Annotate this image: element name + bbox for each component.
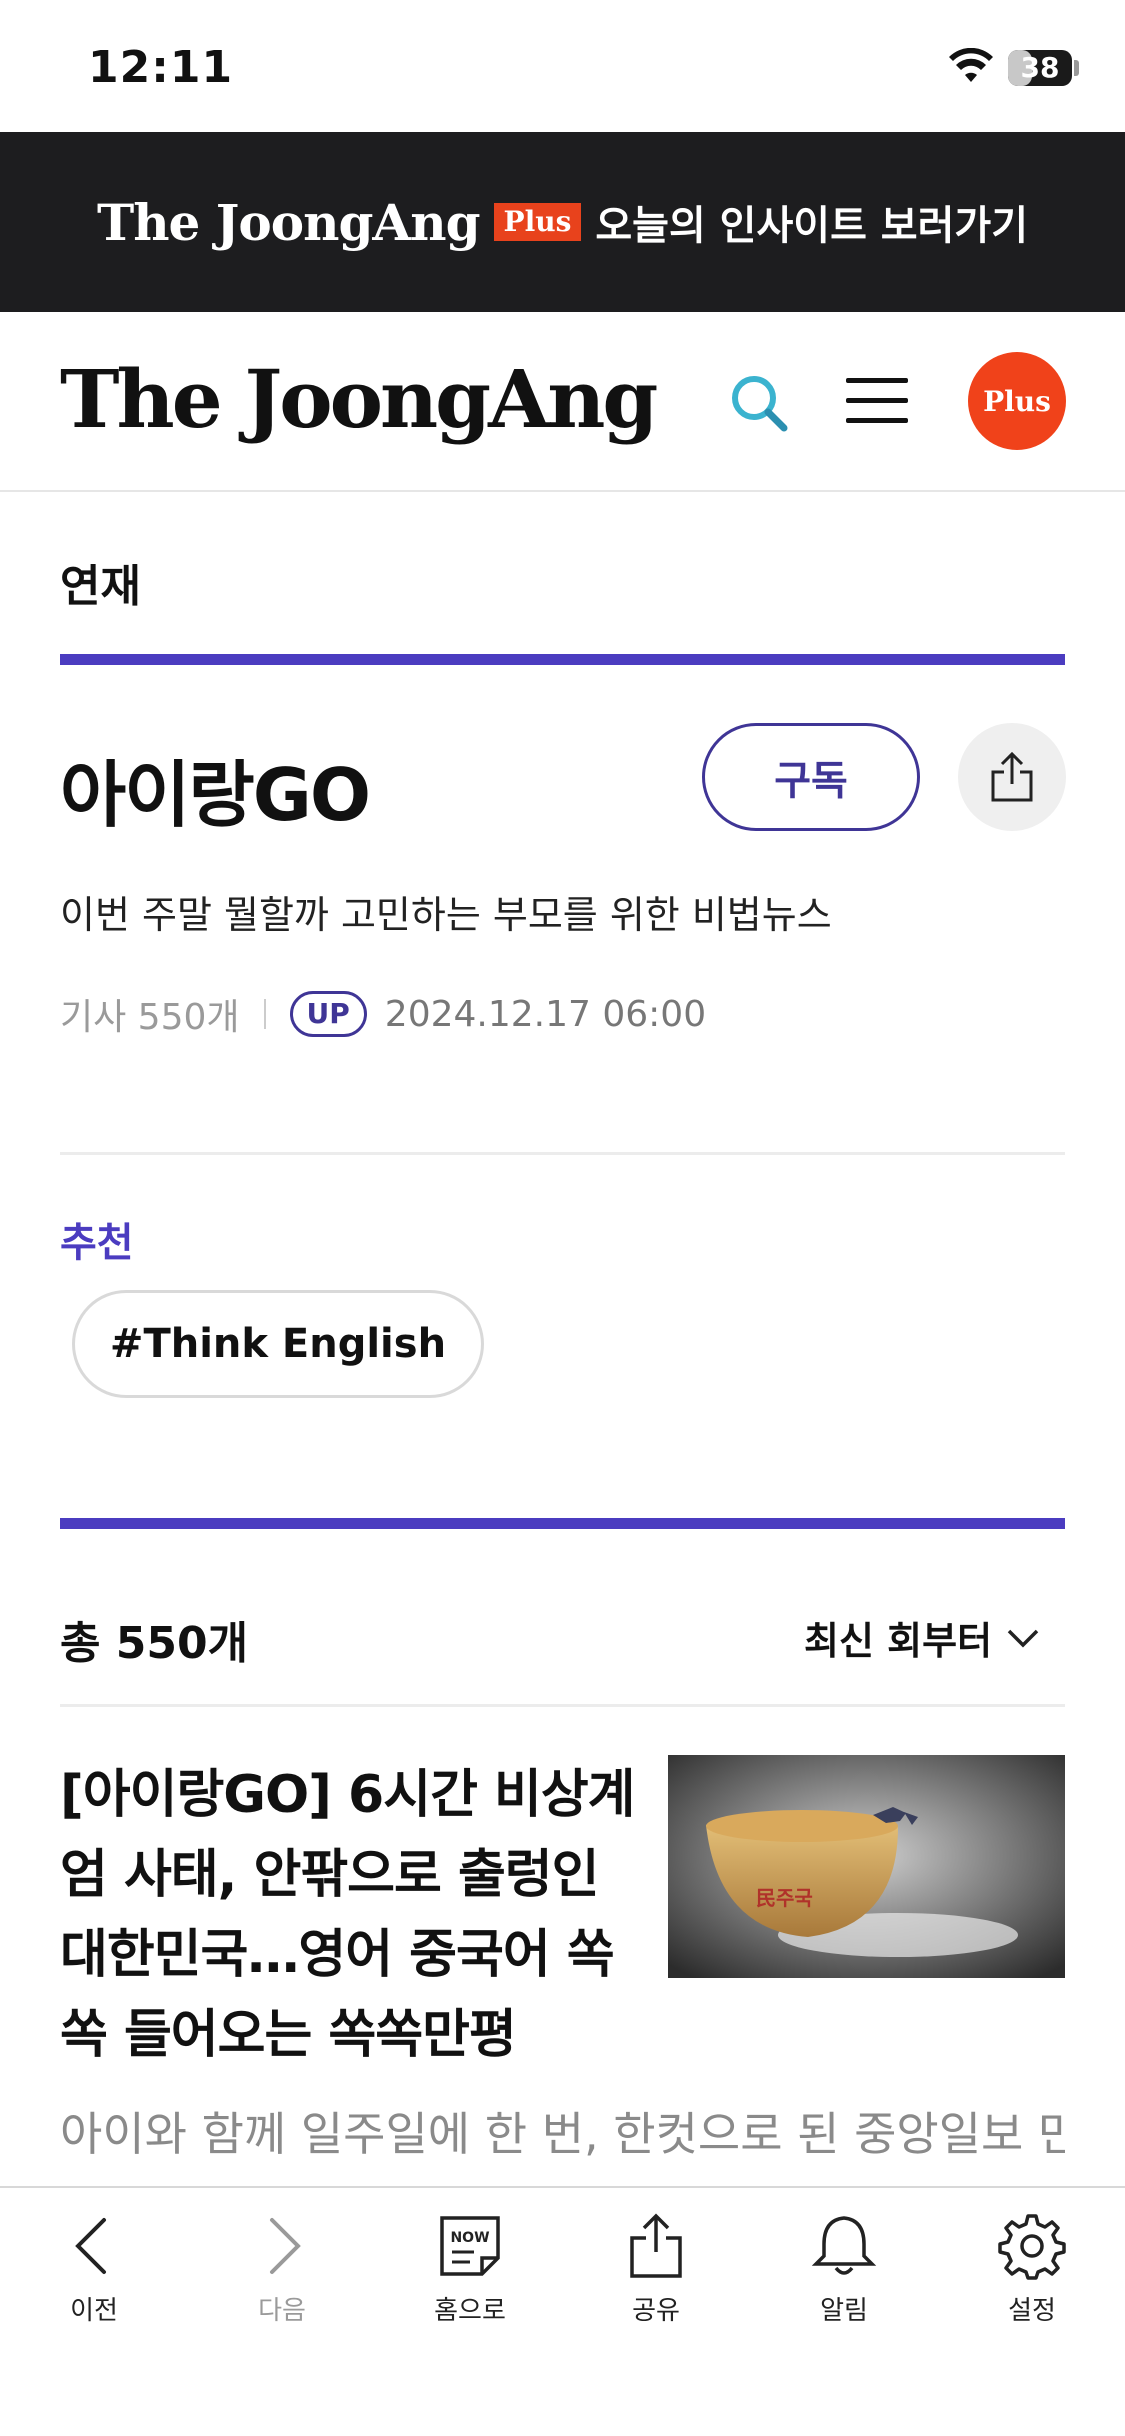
promo-text: 오늘의 인사이트 보러가기 <box>595 203 1029 249</box>
subscribe-button[interactable]: 구독 <box>702 723 920 831</box>
divider <box>60 1704 1065 1707</box>
toolbar-label: 이전 <box>70 2296 118 2326</box>
section-divider <box>60 654 1065 665</box>
toolbar-back-button[interactable]: 이전 <box>24 2212 164 2332</box>
series-share-button[interactable] <box>958 723 1066 831</box>
article-title-line: [아이랑GO] 6시간 비상계 <box>60 1765 636 1825</box>
now-icon-text: NOW <box>450 2230 489 2246</box>
site-logo[interactable]: The JoongAng <box>60 352 658 446</box>
chevron-left-icon <box>75 2218 106 2274</box>
plus-button[interactable]: Plus <box>968 352 1066 450</box>
toolbar-next-button[interactable]: 다음 <box>212 2212 352 2332</box>
divider <box>60 1152 1065 1155</box>
thumb-text: 民주국 <box>756 1886 813 1910</box>
status-bar: 12:11 38 <box>0 0 1125 132</box>
battery-icon: 38 <box>1008 50 1072 86</box>
toolbar-label: 홈으로 <box>434 2296 506 2326</box>
toolbar-notification-button[interactable]: 알림 <box>774 2212 914 2332</box>
article-title[interactable]: [아이랑GO] 6시간 비상계 엄 사태, 안팎으로 출렁인 대한민국…영어 중… <box>60 1755 650 2075</box>
menu-icon[interactable] <box>846 376 910 426</box>
series-description: 이번 주말 뭘할까 고민하는 부모를 위한 비법뉴스 <box>60 893 832 937</box>
now-home-icon: NOW <box>440 2216 500 2276</box>
gear-icon <box>998 2214 1066 2280</box>
menu-line <box>846 418 908 423</box>
article-summary: 아이와 함께 일주일에 한 번, 한컷으로 된 중앙일보 만 <box>60 2107 1065 2161</box>
menu-line <box>846 398 908 403</box>
article-title-line: 쏙 들어오는 쏙쏙만평 <box>60 2005 517 2065</box>
total-count: 총 550개 <box>60 1618 249 1669</box>
article-title-line: 대한민국…영어 중국어 쏙 <box>60 1925 615 1985</box>
toolbar-settings-button[interactable]: 설정 <box>962 2212 1102 2332</box>
promo-plus-badge: Plus <box>493 203 582 241</box>
battery-cap <box>1074 60 1079 76</box>
toolbar-label: 다음 <box>258 2296 306 2326</box>
section-label: 연재 <box>60 561 141 612</box>
toolbar-label: 알림 <box>820 2296 868 2326</box>
bell-icon <box>811 2216 877 2275</box>
toolbar-home-button[interactable]: NOW 홈으로 <box>400 2212 540 2332</box>
search-icon[interactable] <box>728 372 790 434</box>
recommend-tag[interactable]: #Think English <box>72 1290 484 1398</box>
wifi-icon <box>949 48 993 82</box>
chevron-down-icon <box>1007 1629 1039 1647</box>
up-badge: UP <box>289 991 367 1037</box>
site-header: The JoongAng Plus <box>0 312 1125 492</box>
promo-brand: The JoongAng <box>96 192 481 252</box>
menu-line <box>846 378 908 383</box>
recommend-label: 추천 <box>60 1220 134 1266</box>
sort-dropdown[interactable]: 최신 회부터 <box>804 1610 1040 1665</box>
article-title-line: 엄 사태, 안팎으로 출렁인 <box>60 1845 599 1905</box>
updated-date: 2024.12.17 06:00 <box>384 993 707 1035</box>
toolbar-label: 설정 <box>1008 2296 1056 2326</box>
series-title: 아이랑GO <box>60 753 371 837</box>
battery-percent: 38 <box>1020 51 1060 84</box>
series-meta: 기사 550개 UP 2024.12.17 06:00 <box>60 986 706 1042</box>
toolbar-share-button[interactable]: 공유 <box>586 2212 726 2332</box>
status-time: 12:11 <box>88 42 234 93</box>
plus-promo-banner[interactable]: The JoongAng Plus 오늘의 인사이트 보러가기 <box>0 132 1125 312</box>
list-divider <box>60 1518 1065 1529</box>
article-thumbnail[interactable]: 民주국 <box>668 1755 1065 1978</box>
chevron-right-icon <box>270 2218 301 2274</box>
toolbar-label: 공유 <box>632 2296 680 2326</box>
bottom-toolbar: 이전 다음 NOW 홈으로 공유 알림 설정 <box>0 2186 1125 2436</box>
sort-label: 최신 회부터 <box>804 1619 993 1663</box>
share-icon <box>991 751 1033 802</box>
share-icon <box>630 2213 682 2278</box>
article-count: 기사 550개 <box>60 997 240 1038</box>
meta-separator <box>263 999 266 1029</box>
